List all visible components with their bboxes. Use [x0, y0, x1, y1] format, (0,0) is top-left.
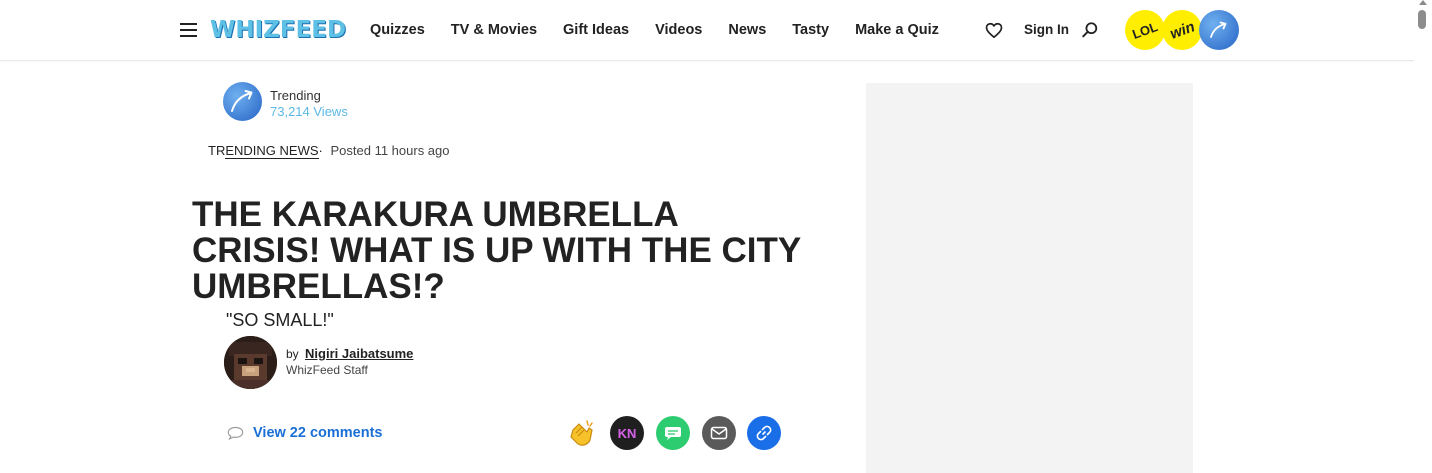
nav-item-quizzes[interactable]: Quizzes — [370, 21, 425, 41]
vertical-scrollbar[interactable] — [1414, 0, 1432, 473]
site-logo[interactable]: WHIZFEED — [210, 16, 346, 44]
email-share-button[interactable] — [702, 416, 736, 450]
nav-item-make-a-quiz[interactable]: Make a Quiz — [855, 21, 939, 41]
ad-placeholder — [866, 83, 1193, 473]
copy-link-button[interactable] — [747, 416, 781, 450]
trending-arrow-icon — [1210, 21, 1227, 38]
message-icon — [665, 427, 681, 440]
lol-badge[interactable]: LOL — [1125, 10, 1165, 50]
trending-label: Trending — [270, 88, 321, 103]
author-role: WhizFeed Staff — [286, 363, 368, 377]
scroll-up-arrow-icon[interactable] — [1419, 0, 1427, 5]
nav-item-tasty[interactable]: Tasty — [792, 21, 829, 41]
link-icon — [756, 425, 772, 441]
main-nav: Quizzes TV & Movies Gift Ideas Videos Ne… — [370, 21, 965, 41]
trending-arrow-icon — [231, 90, 253, 112]
category-link[interactable]: TRENDING NEWS — [208, 143, 319, 159]
mail-icon — [710, 426, 728, 440]
nav-item-news[interactable]: News — [728, 21, 766, 41]
heart-icon[interactable] — [985, 22, 1003, 39]
kn-share-label: KN — [617, 425, 637, 441]
win-badge-label: win — [1167, 17, 1197, 43]
author-avatar[interactable] — [224, 336, 277, 389]
byline: by Nigiri Jaibatsume — [286, 346, 413, 362]
author-name-link[interactable]: Nigiri Jaibatsume — [305, 346, 413, 361]
trending-badge[interactable] — [1199, 10, 1239, 50]
hamburger-icon[interactable] — [180, 23, 197, 37]
page: WHIZFEED Quizzes TV & Movies Gift Ideas … — [0, 0, 1432, 473]
article-subtitle: "SO SMALL!" — [226, 310, 334, 330]
article-title: THE KARAKURA UMBRELLA CRISIS! WHAT IS UP… — [192, 195, 801, 306]
win-badge[interactable]: win — [1162, 10, 1202, 50]
view-count: 73,214 Views — [270, 104, 348, 119]
comment-bubble-icon — [227, 426, 244, 440]
kn-share-button[interactable]: KN — [610, 416, 644, 450]
trending-icon[interactable] — [223, 82, 262, 121]
lol-badge-label: LOL — [1130, 18, 1160, 42]
search-icon[interactable] — [1081, 21, 1099, 39]
clap-icon — [570, 420, 593, 446]
by-label: by — [286, 347, 299, 361]
meta-separator: · — [318, 143, 323, 158]
article-meta: TRENDING NEWS· Posted 11 hours ago — [208, 143, 450, 159]
view-comments-label: View 22 comments — [253, 425, 383, 441]
nav-item-tv-movies[interactable]: TV & Movies — [451, 21, 537, 41]
clap-share-button[interactable] — [565, 416, 599, 450]
message-share-button[interactable] — [656, 416, 690, 450]
posted-time: Posted 11 hours ago — [330, 143, 450, 158]
view-comments-button[interactable]: View 22 comments — [227, 424, 383, 442]
scrollbar-thumb[interactable] — [1418, 10, 1426, 29]
sign-in-link[interactable]: Sign In — [1024, 21, 1069, 39]
nav-item-gift-ideas[interactable]: Gift Ideas — [563, 21, 629, 41]
nav-item-videos[interactable]: Videos — [655, 21, 702, 41]
site-header: WHIZFEED Quizzes TV & Movies Gift Ideas … — [0, 0, 1414, 61]
